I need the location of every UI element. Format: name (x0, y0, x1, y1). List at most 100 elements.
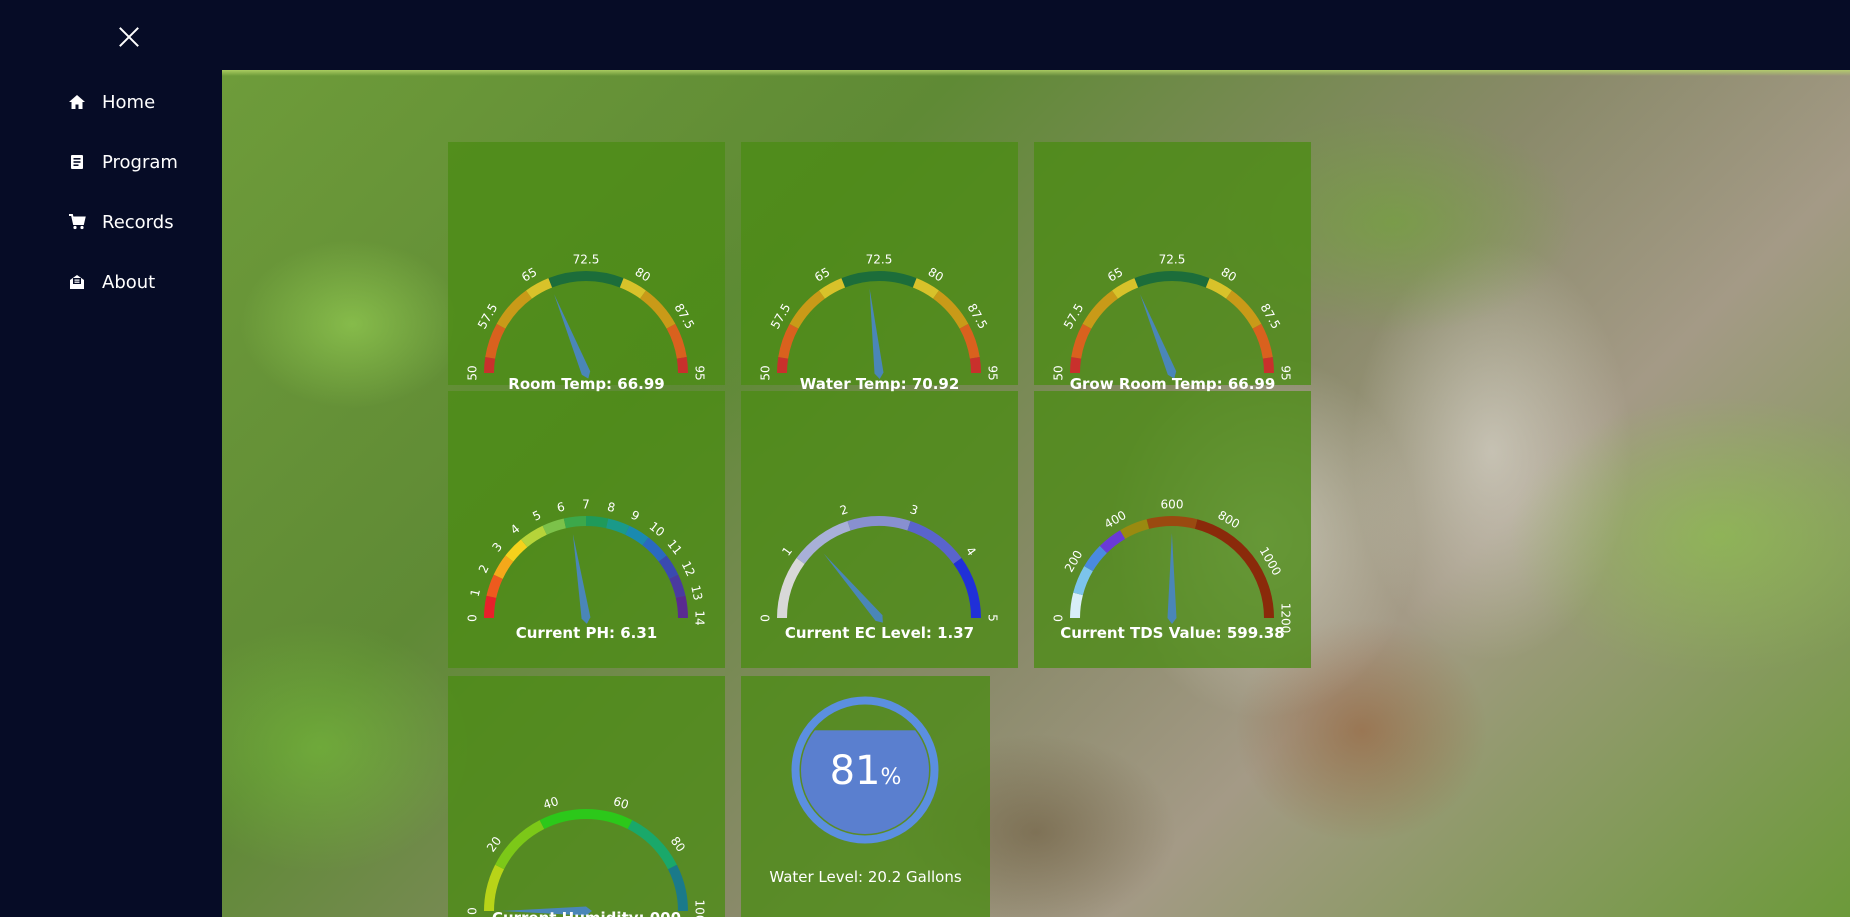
gauge-band (1082, 290, 1119, 329)
tds-label: Current TDS Value: 599.38 (1060, 624, 1285, 642)
ec-label: Current EC Level: 1.37 (784, 624, 975, 642)
gauge-needle (1140, 294, 1177, 379)
water-level-percent: 81% (829, 748, 902, 794)
gauge-tick-label: 7 (582, 498, 590, 512)
humidity-gauge: 020406080100 Current Humidity: 000 (448, 676, 725, 917)
gauge-band (676, 357, 689, 374)
ec-gauge: 0 1 2 3 4 5 Current EC Level: 1.37 (741, 391, 1018, 668)
gauge-band (1099, 530, 1126, 554)
gauge-tick-label: 80 (633, 265, 653, 285)
gauge-needle (1167, 533, 1177, 624)
gauge-band (789, 290, 826, 329)
water-level-label: Water Level: 20.2 Gallons (769, 868, 962, 886)
gauge-band (907, 520, 962, 565)
gauge-needle (554, 294, 591, 379)
sidebar-item-about[interactable]: About (68, 267, 155, 297)
gauge-tick-label: 2 (476, 562, 492, 575)
grow-room-temp-gauge-dial: 5057.56572.58087.595 (1052, 253, 1293, 381)
gauge-tick-label: 12 (679, 559, 698, 579)
gauge-band (495, 820, 545, 870)
gauge-band (486, 574, 503, 599)
gauge-band (912, 278, 939, 299)
room-temp-gauge-dial: 5057.56572.58087.595 (466, 253, 707, 381)
ph-label: Current PH: 6.31 (515, 624, 658, 642)
close-icon[interactable] (114, 22, 144, 52)
gauge-band (847, 516, 911, 531)
gauge-tick-label: 2 (838, 502, 850, 518)
gauge-tick-label: 6 (556, 500, 567, 515)
gauge-tick-label: 8 (606, 500, 617, 515)
gauge-band (526, 278, 553, 299)
gauge-band (959, 323, 980, 359)
gauge-band (1252, 323, 1273, 359)
sidebar-item-home[interactable]: Home (68, 87, 155, 117)
home-icon (69, 95, 85, 109)
gauge-tick-label: 3 (908, 502, 920, 518)
gauge-band (1084, 545, 1108, 572)
gauge-tick-label: 11 (664, 537, 684, 558)
gauge-tick-label: 4 (508, 521, 523, 537)
gauge-band (496, 290, 533, 329)
gauge-band (819, 278, 846, 299)
gauge-band (778, 323, 799, 359)
gauge-band (563, 516, 587, 529)
gauge-tick-label: 0 (466, 614, 480, 622)
water-temp-gauge: 50 57.5 65 72.5 80 87.5 95 Water Temp: 70.92 (741, 142, 1018, 393)
dashboard-content: 50 57.5 65 72.5 80 87.5 95 Room Temp: 66.99 50… (222, 70, 1850, 917)
gauge-band (483, 357, 496, 374)
sidebar-item-program[interactable]: Program (68, 147, 178, 177)
program-icon (71, 155, 83, 169)
gauge-band (796, 520, 851, 565)
gauge-band (625, 525, 649, 546)
gauge-band (666, 323, 687, 359)
cart-icon (69, 214, 86, 230)
gauge-band (539, 808, 633, 830)
gauge-tick-label: 72.5 (1159, 253, 1186, 267)
water-level-gauge: 81% Water Level: 20.2 Gallons (741, 676, 990, 917)
gauge-tick-label: 5 (530, 508, 543, 524)
gauge-band (619, 278, 646, 299)
sidebar-item-label: About (102, 271, 156, 293)
gauge-band (605, 518, 630, 535)
gauge-needle (869, 288, 884, 379)
gauge-band (1225, 290, 1262, 329)
gauge-tick-label: 80 (668, 834, 688, 855)
gauge-band (1073, 566, 1093, 596)
gauge-band (493, 555, 514, 579)
gauge-band (1134, 271, 1210, 288)
water-temp-gauge-dial: 5057.56572.58087.595 (759, 253, 1000, 381)
ph-gauge: 0 1 2 3 4 5 6 7 8 9 10 11 12 13 14 Current PH: 6.31 (448, 391, 725, 668)
gauge-needle (823, 553, 883, 623)
gauge-band (639, 290, 676, 329)
gauge-band (776, 357, 789, 374)
about-icon (70, 275, 84, 289)
top-bar (222, 0, 1850, 70)
gauge-band (658, 555, 679, 579)
gauge-band (1194, 519, 1274, 619)
gauge-tick-label: 65 (519, 265, 539, 285)
gauge-band (548, 271, 624, 288)
gauge-tick-label: 600 (1161, 498, 1184, 512)
sidebar-item-label: Program (102, 151, 178, 173)
gauge-band (642, 537, 667, 562)
gauge-band (777, 558, 805, 619)
sidebar-item-records[interactable]: Records (68, 207, 174, 237)
gauge-tick-label: 80 (926, 265, 946, 285)
gauge-band (1112, 278, 1139, 299)
gauge-tick-label: 60 (612, 794, 631, 812)
gauge-band (520, 525, 547, 548)
gauge-band (953, 558, 981, 619)
gauge-band (484, 595, 497, 619)
gauge-band (932, 290, 969, 329)
gauge-band (485, 323, 506, 359)
tds-gauge: 0 200 400 600 800 1000 1200 Current TDS Value:… (1034, 391, 1311, 668)
gauge-tick-label: 0 (759, 614, 773, 622)
gauge-tick-label: 1 (779, 544, 795, 558)
gauge-band (969, 357, 982, 374)
gauge-band (1262, 357, 1275, 374)
gauge-band (505, 539, 528, 562)
gauge-band (675, 595, 688, 619)
gauge-tick-label: 20 (484, 834, 504, 855)
gauge-band (585, 516, 609, 529)
gauge-tick-label: 9 (629, 508, 642, 524)
